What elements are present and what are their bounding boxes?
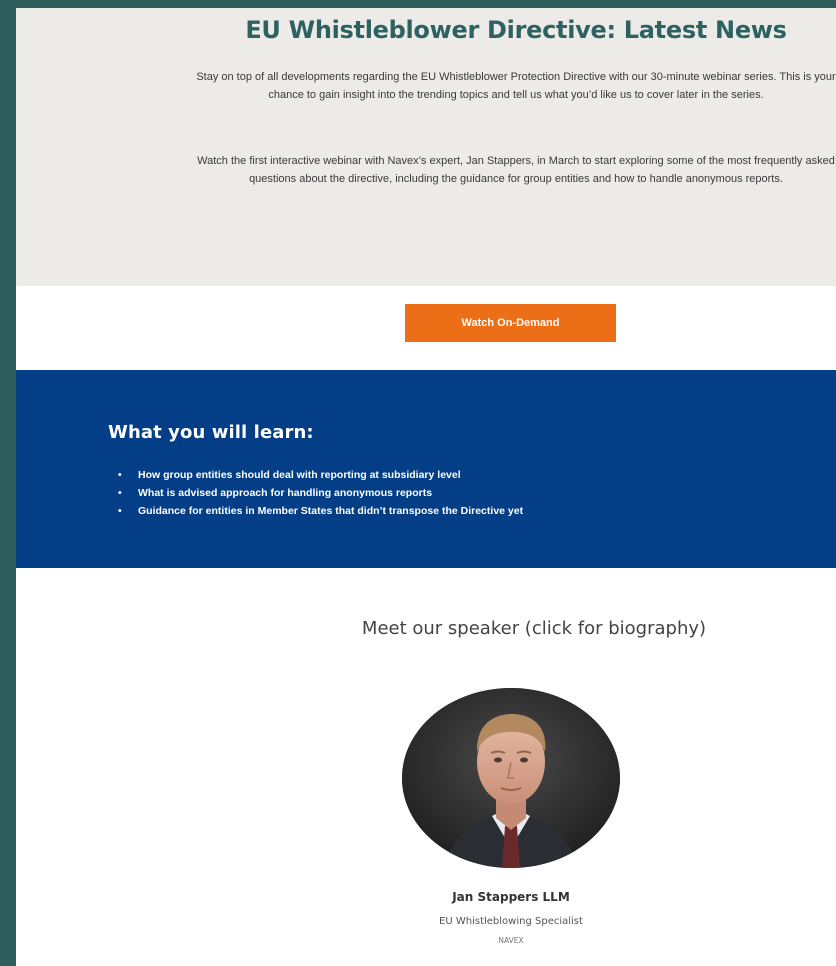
list-item-text: Guidance for entities in Member States t…	[138, 505, 524, 517]
page-title: EU Whistleblower Directive: Latest News	[245, 16, 787, 44]
speaker-portrait-icon	[402, 688, 620, 868]
list-item: • How group entities should deal with re…	[116, 466, 523, 484]
bullet-icon: •	[118, 487, 122, 499]
hero-section: EU Whistleblower Directive: Latest News …	[16, 8, 836, 286]
cta-section: Watch On-Demand	[16, 286, 836, 370]
learning-list: • How group entities should deal with re…	[116, 466, 523, 520]
list-item-text: How group entities should deal with repo…	[138, 469, 461, 481]
bullet-icon: •	[118, 505, 122, 517]
details-paragraph: Watch the first interactive webinar with…	[197, 155, 835, 185]
bullet-icon: •	[118, 469, 122, 481]
list-item: • What is advised approach for handling …	[116, 484, 523, 502]
speaker-heading: Meet our speaker (click for biography)	[361, 618, 707, 639]
speaker-avatar[interactable]	[402, 688, 620, 868]
speaker-organization: NAVEX	[498, 936, 524, 945]
speaker-section: Meet our speaker (click for biography) J…	[16, 568, 836, 966]
watch-on-demand-button[interactable]: Watch On-Demand	[405, 304, 616, 342]
learning-section: What you will learn: • How group entitie…	[16, 370, 836, 568]
list-item-text: What is advised approach for handling an…	[138, 487, 433, 499]
intro-paragraph: Stay on top of all developments regardin…	[196, 71, 836, 101]
list-item: • Guidance for entities in Member States…	[116, 502, 523, 520]
speaker-role: EU Whistleblowing Specialist	[439, 916, 583, 927]
speaker-name-link[interactable]: Jan Stappers LLM	[316, 890, 706, 904]
learning-heading: What you will learn:	[108, 422, 314, 443]
webinar-page: EU Whistleblower Directive: Latest News …	[16, 8, 836, 966]
